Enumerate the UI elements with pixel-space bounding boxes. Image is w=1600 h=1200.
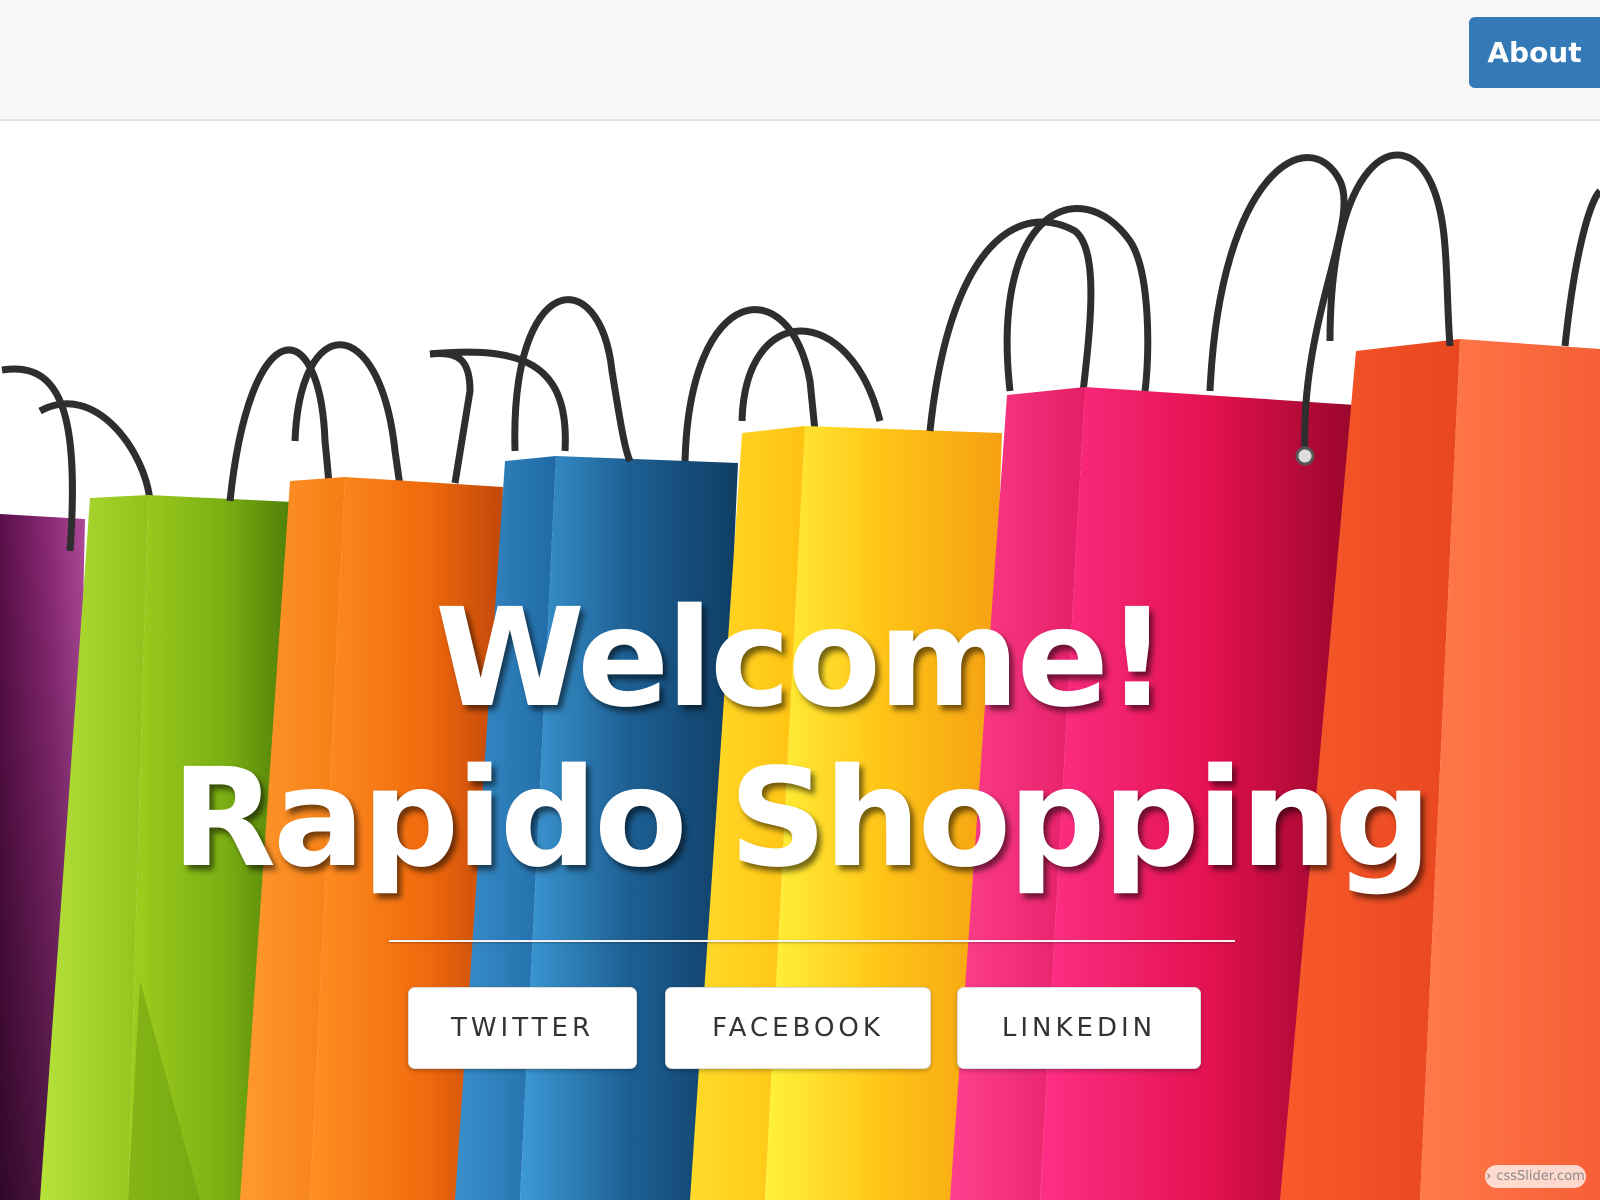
linkedin-button[interactable]: LINKEDIN <box>957 987 1201 1069</box>
facebook-button[interactable]: FACEBOOK <box>665 987 931 1069</box>
about-button[interactable]: About <box>1469 17 1600 88</box>
hero-divider <box>389 940 1235 942</box>
twitter-button[interactable]: TWITTER <box>408 987 637 1069</box>
chevron-right-icon: › <box>1486 1169 1492 1184</box>
hero-headline-line2: Rapido Shopping <box>171 740 1431 898</box>
hero-headline: Welcome! Rapido Shopping <box>0 579 1600 899</box>
watermark-text: cssSlider.com <box>1496 1169 1585 1184</box>
hero-headline-line1: Welcome! <box>434 580 1168 738</box>
navbar: About <box>0 0 1600 121</box>
hero-banner: Welcome! Rapido Shopping TWITTER FACEBOO… <box>0 121 1600 1200</box>
cssslider-watermark[interactable]: › cssSlider.com <box>1485 1165 1586 1188</box>
